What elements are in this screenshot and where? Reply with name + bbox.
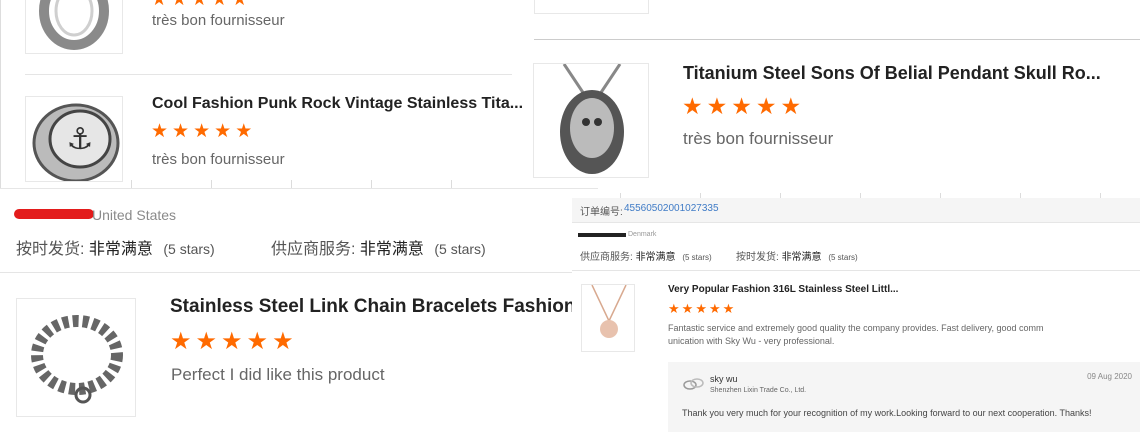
ring-thumbnail-2[interactable]: ⚓: [25, 96, 123, 182]
rating-label: 供应商服务:: [271, 241, 356, 258]
star-icon: ★: [211, 0, 227, 8]
rating-stars-1: ★ ★ ★ ★ ★: [151, 0, 248, 8]
necklace-icon: [591, 285, 627, 338]
star-icon: ★: [706, 93, 728, 119]
rating-label: 供应商服务:: [580, 252, 633, 263]
reply-date: 09 Aug 2020: [1087, 372, 1132, 381]
rating-service: 供应商服务: 非常满意 (5 stars): [580, 248, 712, 263]
star-icon: ★: [195, 328, 218, 355]
ring-thumbnail-1[interactable]: [25, 0, 123, 54]
pendant-thumbnail[interactable]: [533, 63, 649, 178]
star-icon: ★: [172, 121, 190, 142]
rating-value: 非常满意: [359, 241, 424, 258]
rating-value: 非常满意: [781, 252, 822, 263]
order-number-link[interactable]: 45560502001027335: [624, 203, 719, 214]
rating-label: 按时发货:: [736, 252, 779, 263]
bracelet-thumbnail[interactable]: [16, 298, 136, 417]
seller-company: Shenzhen Lixin Trade Co., Ltd.: [710, 387, 807, 394]
review-comment-1: très bon fournisseur: [152, 12, 285, 29]
rating-stars-text: (5 stars): [682, 253, 712, 262]
bottom-right-panel: 订单编号: 45560502001027335 Denmark 供应商服务: 非…: [572, 198, 1140, 432]
skull-pendant-icon: [560, 64, 624, 174]
star-icon: ★: [780, 93, 802, 119]
divider: [25, 74, 512, 75]
star-icon: ★: [681, 301, 694, 316]
buyer-country: Denmark: [628, 231, 657, 238]
review-comment-bracelet: Perfect I did like this product: [171, 365, 385, 384]
necklace-thumbnail[interactable]: [581, 284, 635, 352]
star-icon: ★: [191, 0, 207, 8]
seller-avatar: [682, 376, 704, 392]
order-header: 订单编号: 45560502001027335: [572, 198, 1140, 223]
order-label: 订单编号:: [580, 207, 623, 218]
star-icon: ★: [171, 0, 187, 8]
review-comment-2: très bon fournisseur: [152, 151, 285, 168]
divider: [0, 272, 598, 273]
star-icon: ★: [731, 93, 752, 119]
star-icon: ★: [193, 121, 211, 142]
rating-stars-2: ★ ★ ★ ★ ★: [151, 122, 252, 141]
star-icon: ★: [221, 328, 243, 355]
star-icon: ★: [755, 93, 777, 119]
star-icon: ★: [235, 121, 253, 142]
buyer-country: United States: [92, 207, 177, 223]
rating-value: 非常满意: [88, 241, 153, 258]
ring-icon: [39, 0, 109, 50]
star-icon: ★: [708, 301, 721, 316]
anchor-ring-icon: ⚓: [32, 103, 120, 181]
reply-text: Thank you very much for your recognition…: [682, 408, 1092, 418]
rating-stars-pendant: ★ ★ ★ ★ ★: [682, 95, 801, 118]
review-comment-necklace: Fantastic service and extremely good qua…: [668, 323, 1044, 346]
star-icon: ★: [668, 301, 680, 316]
rating-stars-text: (5 stars): [163, 241, 215, 257]
review-comment-pendant: très bon fournisseur: [683, 129, 834, 148]
product-title-pendant[interactable]: Titanium Steel Sons Of Belial Pendant Sk…: [683, 63, 1133, 84]
divider: [572, 270, 1140, 271]
star-icon: ★: [272, 328, 294, 355]
product-title-bracelet[interactable]: Stainless Steel Link Chain Bracelets Fas…: [170, 296, 590, 318]
star-icon: ★: [151, 121, 169, 142]
star-icon: ★: [682, 93, 703, 119]
rating-delivery: 按时发货: 非常满意 (5 stars): [736, 248, 858, 263]
top-left-panel: ★★★★★ très bon fournisseur ⚓ Cool Fashio…: [0, 0, 530, 188]
rating-stars-bracelet: ★ ★ ★ ★ ★: [170, 330, 294, 354]
bottom-left-panel: United States 按时发货: 非常满意 (5 stars) 供应商服务…: [0, 188, 598, 432]
link-rings-icon: [683, 378, 704, 390]
rating-value: 非常满意: [635, 252, 676, 263]
star-icon: ★: [695, 301, 707, 316]
rating-service: 供应商服务: 非常满意 (5 stars): [271, 235, 486, 259]
divider: [534, 39, 1140, 40]
seller-name: sky wu: [710, 374, 738, 384]
rating-delivery: 按时发货: 非常满意 (5 stars): [16, 235, 215, 259]
buyer-name-redacted: [578, 233, 626, 237]
bracelet-icon: [31, 315, 123, 404]
rating-stars-necklace: ★ ★ ★ ★ ★: [668, 302, 734, 315]
product-title-2[interactable]: Cool Fashion Punk Rock Vintage Stainless…: [152, 95, 522, 113]
svg-text:⚓: ⚓: [67, 122, 94, 157]
tick-divider: [131, 180, 531, 188]
star-icon: ★: [151, 0, 167, 8]
seller-reply: sky wu Shenzhen Lixin Trade Co., Ltd. 09…: [668, 362, 1140, 432]
star-icon: ★: [214, 121, 232, 142]
star-icon: ★: [722, 301, 735, 316]
rating-stars-text: (5 stars): [434, 241, 486, 257]
star-icon: ★: [246, 328, 269, 355]
star-icon: ★: [232, 0, 248, 8]
buyer-name-redacted: [14, 209, 94, 219]
star-icon: ★: [170, 328, 192, 355]
top-thumbnail-partial[interactable]: [534, 0, 649, 14]
top-right-panel: Titanium Steel Sons Of Belial Pendant Sk…: [530, 0, 1140, 201]
rating-stars-text: (5 stars): [828, 253, 858, 262]
product-title-necklace[interactable]: Very Popular Fashion 316L Stainless Stee…: [668, 284, 908, 295]
rating-label: 按时发货:: [16, 241, 85, 258]
